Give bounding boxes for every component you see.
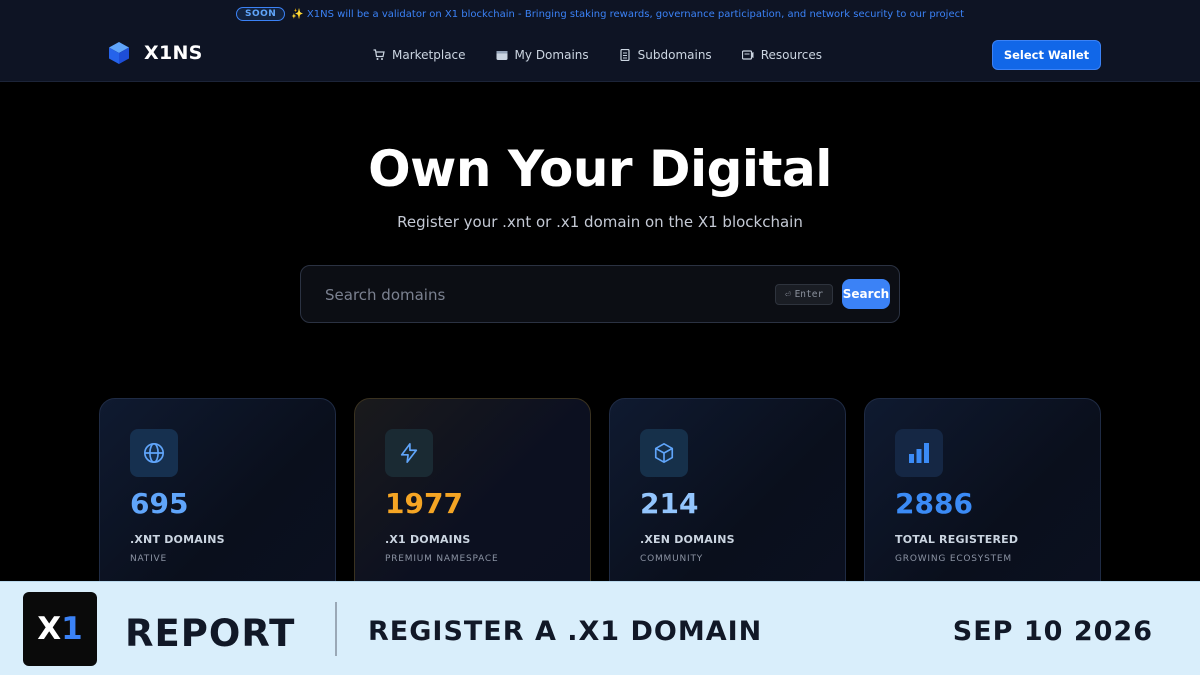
logo-text: X1NS xyxy=(144,42,203,64)
nav-resources[interactable]: Resources xyxy=(741,48,822,62)
enter-key-icon: ⏎ xyxy=(784,289,791,300)
enter-key-label: Enter xyxy=(794,289,824,300)
x1-logo-one: 1 xyxy=(61,611,83,647)
stat-label: .XEN DOMAINS xyxy=(640,533,735,546)
report-divider xyxy=(335,602,337,656)
cube-icon xyxy=(654,443,674,463)
report-label: REPORT xyxy=(125,612,296,655)
globe-icon xyxy=(144,443,164,463)
domain-search-input[interactable] xyxy=(325,282,745,308)
domain-search-box: ⏎ Enter Search xyxy=(300,265,900,323)
cart-icon xyxy=(373,49,385,60)
x1-logo-x: X xyxy=(37,611,62,647)
cube-logo-icon xyxy=(109,42,129,64)
stat-value: 2886 xyxy=(895,487,973,520)
main-nav: Marketplace My Domains Subdomains Resour… xyxy=(373,28,822,82)
site-logo[interactable]: X1NS xyxy=(107,41,203,65)
hero-subtitle: Register your .xnt or .x1 domain on the … xyxy=(397,213,803,231)
enter-key-hint: ⏎ Enter xyxy=(775,284,833,305)
report-date: SEP 10 2026 xyxy=(952,616,1153,647)
stat-value: 1977 xyxy=(385,487,463,520)
nav-my-domains-label: My Domains xyxy=(514,48,589,62)
stat-sublabel: PREMIUM NAMESPACE xyxy=(385,554,499,564)
stat-icon-box xyxy=(640,429,688,477)
stat-label: .X1 DOMAINS xyxy=(385,533,471,546)
document-icon xyxy=(620,49,630,61)
stat-sublabel: COMMUNITY xyxy=(640,554,704,564)
stat-card-xnt: 695 .XNT DOMAINS NATIVE xyxy=(99,398,336,598)
stat-card-x1: 1977 .X1 DOMAINS PREMIUM NAMESPACE xyxy=(354,398,591,598)
report-banner: X1 REPORT REGISTER A .X1 DOMAIN SEP 10 2… xyxy=(0,581,1200,675)
x1-logo: X1 xyxy=(23,592,97,666)
stat-label: TOTAL REGISTERED xyxy=(895,533,1019,546)
announcement-bar: SOON ✨ X1NS will be a validator on X1 bl… xyxy=(0,0,1200,28)
stat-icon-box xyxy=(385,429,433,477)
soon-badge: SOON xyxy=(235,7,286,21)
announcement-text[interactable]: ✨ X1NS will be a validator on X1 blockch… xyxy=(291,9,964,20)
lightning-icon xyxy=(400,443,418,463)
stat-card-total: 2886 TOTAL REGISTERED GROWING ECOSYSTEM xyxy=(864,398,1101,598)
wallet-icon xyxy=(496,51,508,60)
nav-marketplace-label: Marketplace xyxy=(392,48,466,62)
nav-resources-label: Resources xyxy=(760,48,822,62)
stat-card-xen: 214 .XEN DOMAINS COMMUNITY xyxy=(609,398,846,598)
book-icon xyxy=(741,50,754,60)
stat-value: 214 xyxy=(640,487,699,520)
stat-icon-box xyxy=(895,429,943,477)
stat-value: 695 xyxy=(130,487,189,520)
stat-sublabel: GROWING ECOSYSTEM xyxy=(895,554,1012,564)
nav-subdomains-label: Subdomains xyxy=(637,48,712,62)
stat-label: .XNT DOMAINS xyxy=(130,533,225,546)
search-button[interactable]: Search xyxy=(842,279,890,309)
hero-title: Own Your Digital xyxy=(368,140,832,198)
report-title: REGISTER A .X1 DOMAIN xyxy=(368,616,763,647)
nav-my-domains[interactable]: My Domains xyxy=(496,48,589,62)
select-wallet-button[interactable]: Select Wallet xyxy=(992,40,1101,70)
nav-subdomains[interactable]: Subdomains xyxy=(619,48,712,62)
stat-sublabel: NATIVE xyxy=(130,554,167,564)
stat-icon-box xyxy=(130,429,178,477)
nav-marketplace[interactable]: Marketplace xyxy=(373,48,466,62)
top-header: X1NS Marketplace My Domains Subdomains R… xyxy=(0,28,1200,82)
bar-chart-icon xyxy=(909,443,929,463)
